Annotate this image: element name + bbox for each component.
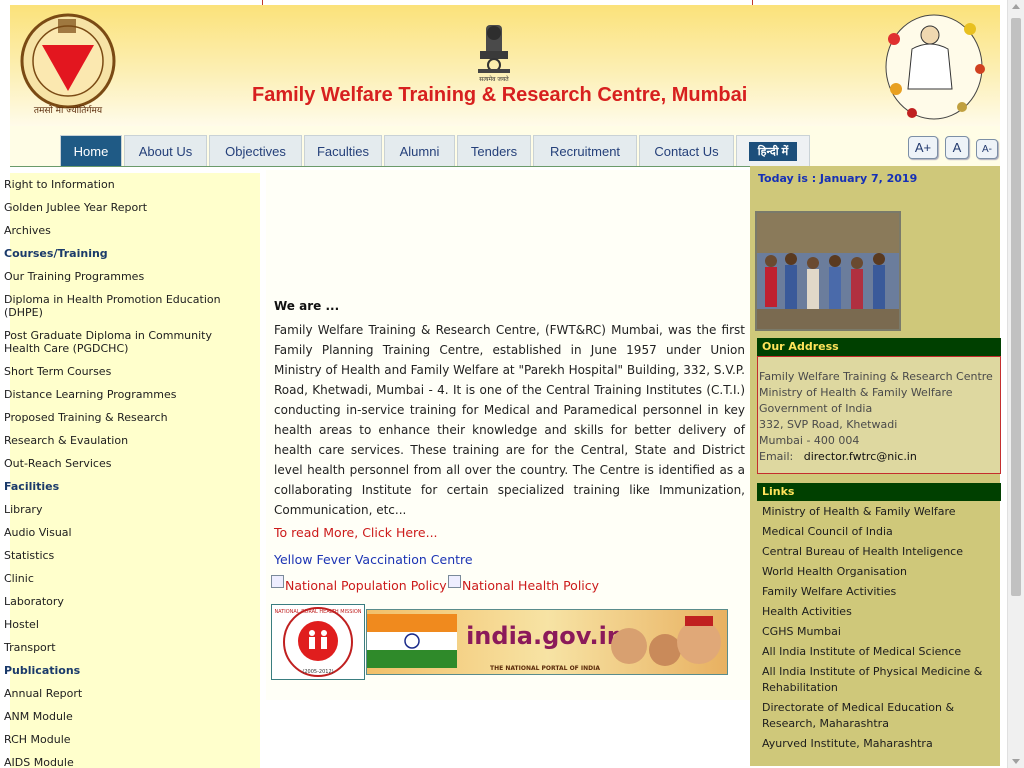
- sidebar-item-transport[interactable]: Transport: [4, 641, 244, 654]
- link-dmer-maharashtra[interactable]: Directorate of Medical Education & Resea…: [758, 700, 996, 732]
- font-reset-button[interactable]: A: [945, 136, 969, 159]
- link-aiims[interactable]: All India Institute of Medical Science: [758, 644, 996, 660]
- link-aiipmr[interactable]: All India Institute of Physical Medicine…: [758, 664, 996, 696]
- sidebar-item-statistics[interactable]: Statistics: [4, 549, 244, 562]
- scroll-down-arrow-icon[interactable]: [1012, 759, 1020, 764]
- read-more-link[interactable]: To read More, Click Here...: [274, 525, 438, 540]
- link-family-welfare-activities[interactable]: Family Welfare Activities: [758, 584, 996, 600]
- address-line: Mumbai - 400 004: [759, 434, 860, 447]
- links-heading: Links: [757, 483, 1001, 501]
- population-policy-link[interactable]: National Population Policy: [271, 575, 447, 593]
- sidebar-item-proposed-training[interactable]: Proposed Training & Research: [4, 411, 244, 424]
- sidebar-item-training-programmes[interactable]: Our Training Programmes: [4, 270, 244, 283]
- link-mohfw[interactable]: Ministry of Health & Family Welfare: [758, 504, 996, 520]
- address-email: Email: director.fwtrc@nic.in: [759, 449, 999, 465]
- page-scrollbar[interactable]: [1007, 0, 1024, 768]
- address-heading: Our Address: [757, 338, 1001, 356]
- sidebar-item-annual-report[interactable]: Annual Report: [4, 687, 244, 700]
- intro-heading: We are ...: [274, 299, 340, 313]
- left-sidebar: [10, 173, 260, 768]
- sidebar-item-anm-module[interactable]: ANM Module: [4, 710, 244, 723]
- sidebar-item-pgdchc[interactable]: Post Graduate Diploma in Community Healt…: [4, 329, 244, 355]
- site-title: Family Welfare Training & Research Centr…: [252, 84, 748, 106]
- population-policy-label: National Population Policy: [285, 578, 447, 593]
- sidebar-item-rch-module[interactable]: RCH Module: [4, 733, 244, 746]
- tab-contact-us[interactable]: Contact Us: [639, 135, 734, 166]
- yellow-fever-link[interactable]: Yellow Fever Vaccination Centre: [274, 552, 473, 567]
- logo-motto: तमसो मा ज्योतिर्गमय: [34, 104, 103, 116]
- sidebar-item-laboratory[interactable]: Laboratory: [4, 595, 244, 608]
- address-line: 332, SVP Road, Khetwadi: [759, 418, 898, 431]
- font-decrease-button[interactable]: A-: [976, 139, 998, 159]
- sidebar-item-outreach-services[interactable]: Out-Reach Services: [4, 457, 244, 470]
- sidebar-item-clinic[interactable]: Clinic: [4, 572, 244, 585]
- india-gov-brand: india.gov.in: [466, 622, 624, 650]
- today-date: Today is : January 7, 2019: [758, 172, 918, 185]
- hindi-language-badge: हिन्दी में: [748, 141, 798, 161]
- address-line: Ministry of Health & Family Welfare: [759, 386, 953, 399]
- tab-faculties[interactable]: Faculties: [304, 135, 382, 166]
- training-photo: [755, 211, 901, 331]
- broken-image-icon: [448, 575, 461, 588]
- sidebar-item-archives[interactable]: Archives: [4, 224, 244, 237]
- sidebar-item-aids-module[interactable]: AIDS Module: [4, 756, 244, 768]
- india-gov-tagline: THE NATIONAL PORTAL OF INDIA: [490, 665, 600, 672]
- nrhm-years: (2005-2012): [302, 669, 333, 675]
- link-who[interactable]: World Health Organisation: [758, 564, 996, 580]
- sidebar-heading-publications: Publications: [4, 664, 81, 677]
- link-mci[interactable]: Medical Council of India: [758, 524, 996, 540]
- address-line: Family Welfare Training & Research Centr…: [759, 370, 993, 383]
- nrhm-text: NATIONAL RURAL HEALTH MISSION: [274, 609, 361, 615]
- emblem-caption: सत्यमेव जयते: [479, 75, 509, 83]
- scrollbar-thumb[interactable]: [1011, 18, 1021, 596]
- sidebar-item-library[interactable]: Library: [4, 503, 244, 516]
- sidebar-item-rti[interactable]: Right to Information: [4, 178, 244, 191]
- address-box: Family Welfare Training & Research Centr…: [757, 356, 1001, 474]
- link-cghs-mumbai[interactable]: CGHS Mumbai: [758, 624, 996, 640]
- link-cbhi[interactable]: Central Bureau of Health Inteligence: [758, 544, 996, 560]
- india-gov-banner[interactable]: india.gov.in THE NATIONAL PORTAL OF INDI…: [366, 609, 728, 675]
- tab-alumni[interactable]: Alumni: [384, 135, 455, 166]
- tab-recruitment[interactable]: Recruitment: [533, 135, 637, 166]
- sidebar-item-hostel[interactable]: Hostel: [4, 618, 244, 631]
- sidebar-item-distance-learning[interactable]: Distance Learning Programmes: [4, 388, 244, 401]
- link-health-activities[interactable]: Health Activities: [758, 604, 996, 620]
- family-welfare-illustration: [885, 14, 985, 120]
- scroll-up-arrow-icon[interactable]: [1012, 4, 1020, 9]
- tab-tenders[interactable]: Tenders: [457, 135, 531, 166]
- sidebar-item-research-evaluation[interactable]: Research & Evaulation: [4, 434, 244, 447]
- sidebar-item-dhpe[interactable]: Diploma in Health Promotion Education (D…: [4, 293, 244, 319]
- national-emblem: सत्यमेव जयते: [478, 25, 510, 83]
- tab-hindi[interactable]: हिन्दी में: [736, 135, 810, 166]
- sidebar-item-golden-jublee-report[interactable]: Golden Jublee Year Report: [4, 201, 244, 214]
- font-increase-button[interactable]: A+: [908, 136, 938, 159]
- sidebar-heading-facilities: Facilities: [4, 480, 60, 493]
- sidebar-item-audio-visual[interactable]: Audio Visual: [4, 526, 244, 539]
- tab-home[interactable]: Home: [60, 135, 122, 166]
- health-policy-link[interactable]: National Health Policy: [448, 575, 600, 593]
- tab-about-us[interactable]: About Us: [124, 135, 207, 166]
- nrhm-logo: NATIONAL RURAL HEALTH MISSION (2005-2012…: [274, 607, 362, 677]
- nrhm-banner[interactable]: NATIONAL RURAL HEALTH MISSION (2005-2012…: [271, 604, 365, 680]
- institute-logo: तमसो मा ज्योतिर्गमय: [20, 13, 116, 116]
- sidebar-item-short-term-courses[interactable]: Short Term Courses: [4, 365, 244, 378]
- site-header: तमसो मा ज्योतिर्गमय सत्यमेव जयते Family …: [10, 5, 1000, 126]
- india-gov-graphic: india.gov.in THE NATIONAL PORTAL OF INDI…: [367, 610, 727, 674]
- email-label: Email:: [759, 450, 794, 463]
- email-value[interactable]: director.fwtrc@nic.in: [804, 450, 917, 463]
- main-navigation: Home About Us Objectives Faculties Alumn…: [10, 126, 1000, 167]
- sidebar-heading-courses: Courses/Training: [4, 247, 108, 260]
- address-line: Government of India: [759, 402, 873, 415]
- broken-image-icon: [271, 575, 284, 588]
- tab-objectives[interactable]: Objectives: [209, 135, 302, 166]
- link-ayurved-institute[interactable]: Ayurved Institute, Maharashtra: [758, 736, 996, 752]
- intro-paragraph: Family Welfare Training & Research Centr…: [274, 323, 745, 517]
- health-policy-label: National Health Policy: [462, 578, 600, 593]
